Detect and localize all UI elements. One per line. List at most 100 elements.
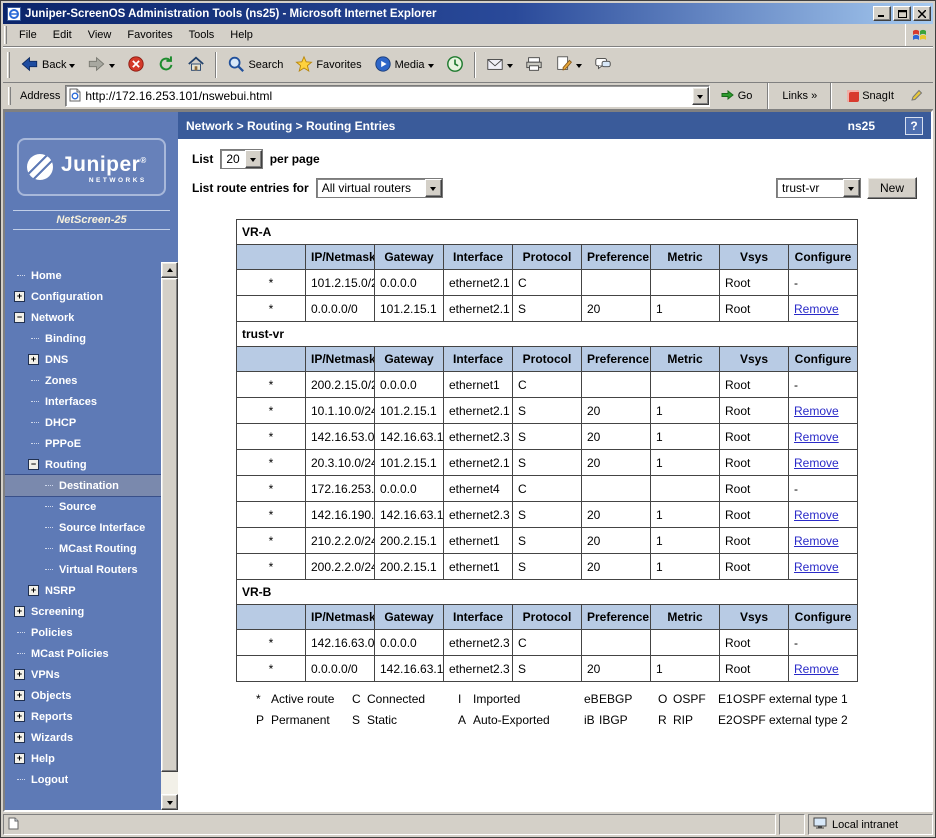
mail-button[interactable]: [480, 50, 519, 80]
select-arrow-icon[interactable]: [425, 179, 442, 197]
sidebar-item-source-interface[interactable]: Source Interface: [5, 517, 161, 538]
sidebar-item-screening[interactable]: +Screening: [5, 601, 161, 622]
print-button[interactable]: [519, 50, 549, 80]
vr-filter-select[interactable]: All virtual routers: [316, 178, 443, 198]
sidebar-item-objects[interactable]: +Objects: [5, 685, 161, 706]
edit-button[interactable]: [549, 50, 588, 80]
address-input[interactable]: [85, 87, 687, 105]
expand-icon[interactable]: +: [14, 711, 25, 722]
sidebar-item-network[interactable]: −Network: [5, 307, 161, 328]
sidebar-item-configuration[interactable]: +Configuration: [5, 286, 161, 307]
menu-favorites[interactable]: Favorites: [119, 24, 180, 46]
select-arrow-icon[interactable]: [245, 150, 262, 168]
expand-icon[interactable]: +: [14, 606, 25, 617]
sidebar-item-dhcp[interactable]: DHCP: [5, 412, 161, 433]
sidebar-item-nsrp[interactable]: +NSRP: [5, 580, 161, 601]
remove-link[interactable]: Remove: [794, 534, 839, 548]
legend-item: PPermanent: [256, 713, 352, 727]
links-chevron-icon[interactable]: »: [811, 90, 817, 102]
remove-link[interactable]: Remove: [794, 404, 839, 418]
remove-link[interactable]: Remove: [794, 662, 839, 676]
discuss-button[interactable]: [588, 50, 618, 80]
addressbar-grip[interactable]: [8, 87, 11, 105]
sidebar-item-binding[interactable]: Binding: [5, 328, 161, 349]
collapse-icon[interactable]: −: [28, 459, 39, 470]
sidebar-item-routing[interactable]: −Routing: [5, 454, 161, 475]
expand-icon[interactable]: +: [28, 585, 39, 596]
stop-button[interactable]: [121, 50, 151, 80]
sidebar-item-interfaces[interactable]: Interfaces: [5, 391, 161, 412]
sidebar-item-source[interactable]: Source: [5, 496, 161, 517]
menu-tools[interactable]: Tools: [181, 24, 223, 46]
minimize-button[interactable]: [873, 6, 891, 21]
scroll-down-button[interactable]: [161, 794, 178, 810]
menu-edit[interactable]: Edit: [45, 24, 80, 46]
sidebar-item-destination[interactable]: Destination: [5, 475, 161, 496]
select-arrow-icon[interactable]: [843, 179, 860, 197]
favorites-button[interactable]: Favorites: [289, 50, 367, 80]
sidebar-item-policies[interactable]: Policies: [5, 622, 161, 643]
address-field[interactable]: [65, 85, 709, 107]
expand-icon[interactable]: +: [14, 753, 25, 764]
expand-icon[interactable]: +: [14, 669, 25, 680]
status-progress-pane: [779, 814, 805, 835]
vr-select[interactable]: trust-vr: [776, 178, 861, 198]
expand-icon[interactable]: +: [28, 354, 39, 365]
expand-icon[interactable]: +: [14, 291, 25, 302]
snagit-aux-button[interactable]: [905, 81, 929, 111]
sidebar-item-wizards[interactable]: +Wizards: [5, 727, 161, 748]
history-button[interactable]: [440, 50, 470, 80]
sidebar-item-mcast-routing[interactable]: MCast Routing: [5, 538, 161, 559]
remove-link[interactable]: Remove: [794, 508, 839, 522]
go-button[interactable]: Go: [715, 81, 759, 111]
remove-link[interactable]: Remove: [794, 456, 839, 470]
chevron-down-icon[interactable]: [428, 64, 434, 71]
sidebar-item-pppoe[interactable]: PPPoE: [5, 433, 161, 454]
expand-icon[interactable]: +: [14, 732, 25, 743]
menu-file[interactable]: File: [11, 24, 45, 46]
vsys-cell: Root: [720, 296, 789, 322]
sidebar-item-help[interactable]: +Help: [5, 748, 161, 769]
close-button[interactable]: [913, 6, 931, 21]
sidebar-scrollbar[interactable]: [161, 262, 178, 810]
menubar-grip[interactable]: [4, 26, 7, 44]
chevron-down-icon[interactable]: [507, 64, 513, 71]
address-dropdown-button[interactable]: [692, 87, 709, 105]
sidebar-item-dns[interactable]: +DNS: [5, 349, 161, 370]
chevron-down-icon[interactable]: [576, 64, 582, 71]
links-button[interactable]: Links »: [778, 90, 821, 102]
snagit-button[interactable]: SnagIt: [841, 81, 900, 111]
search-button[interactable]: Search: [221, 50, 289, 80]
collapse-icon[interactable]: −: [14, 312, 25, 323]
refresh-button[interactable]: [151, 50, 181, 80]
remove-link[interactable]: Remove: [794, 302, 839, 316]
sidebar-item-zones[interactable]: Zones: [5, 370, 161, 391]
sidebar-item-home[interactable]: Home: [5, 265, 161, 286]
menu-view[interactable]: View: [80, 24, 120, 46]
remove-link[interactable]: Remove: [794, 430, 839, 444]
help-button[interactable]: ?: [905, 117, 923, 135]
sidebar-item-mcast-policies[interactable]: MCast Policies: [5, 643, 161, 664]
media-button[interactable]: Media: [368, 50, 440, 80]
sidebar-item-logout[interactable]: Logout: [5, 769, 161, 790]
maximize-button[interactable]: [893, 6, 911, 21]
chevron-down-icon[interactable]: [109, 64, 115, 71]
expand-icon[interactable]: +: [14, 690, 25, 701]
sidebar-item-vpns[interactable]: +VPNs: [5, 664, 161, 685]
home-button[interactable]: [181, 50, 211, 80]
back-button[interactable]: Back: [14, 50, 81, 80]
toolbar-grip[interactable]: [7, 52, 10, 78]
new-button[interactable]: New: [867, 177, 917, 199]
scroll-thumb[interactable]: [161, 278, 178, 772]
menu-help[interactable]: Help: [222, 24, 261, 46]
sidebar-item-virtual-routers[interactable]: Virtual Routers: [5, 559, 161, 580]
forward-button[interactable]: [81, 50, 121, 80]
remove-link[interactable]: Remove: [794, 560, 839, 574]
legend-label: OSPF external type 1: [733, 692, 848, 706]
legend-key: *: [256, 692, 271, 706]
column-header-interface: Interface: [444, 347, 513, 372]
chevron-down-icon[interactable]: [69, 64, 75, 71]
scroll-up-button[interactable]: [161, 262, 178, 278]
sidebar-item-reports[interactable]: +Reports: [5, 706, 161, 727]
per-page-select[interactable]: 20: [220, 149, 262, 169]
